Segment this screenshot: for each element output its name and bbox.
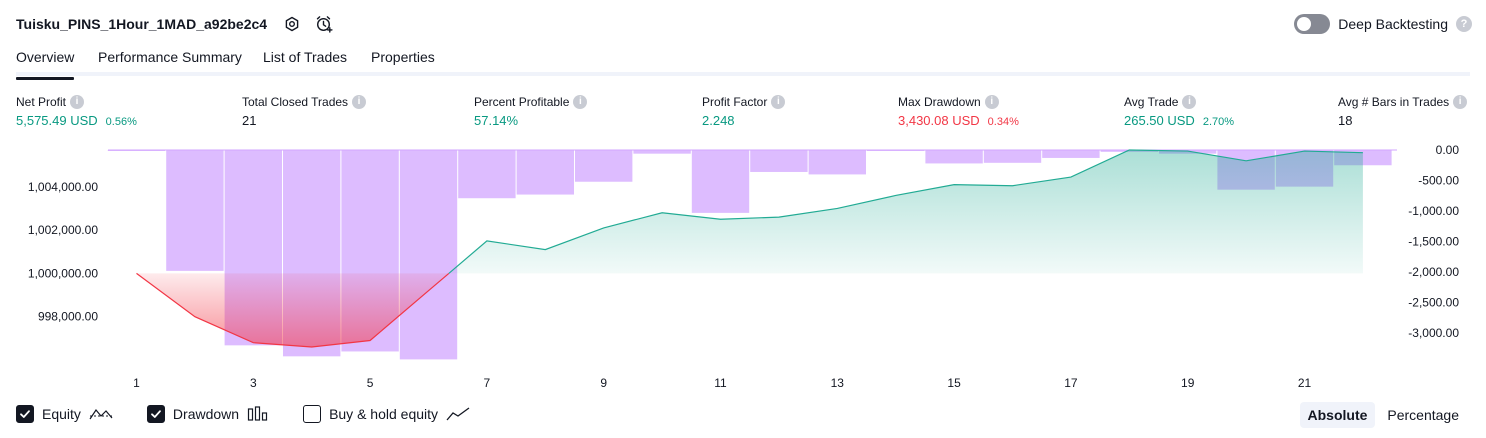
drawdown-axis-label: -1,500.00: [1408, 235, 1459, 249]
x-axis-label: 1: [133, 376, 140, 390]
stat-value: 3,430.08 USD: [898, 113, 980, 128]
drawdown-bar: [166, 150, 224, 271]
report-tabs: Overview Performance Summary List of Tra…: [16, 44, 1470, 80]
drawdown-checkbox[interactable]: [146, 405, 165, 423]
stat-label: Profit Factor: [702, 94, 768, 109]
drawdown-axis-label: 0.00: [1436, 143, 1460, 157]
stat-avg-bars-in-trades: Avg # Bars in Trades i 18: [1338, 94, 1468, 128]
stat-label: Percent Profitable: [474, 94, 570, 109]
add-alert-icon[interactable]: [315, 15, 333, 33]
drawdown-axis-label: -500.00: [1418, 174, 1459, 188]
stat-percent-profitable: Percent Profitable i 57.14%: [474, 94, 588, 128]
stat-sub-value: 0.34%: [987, 116, 1019, 128]
chart-legend: Equity Drawdown Buy & hold equity: [16, 404, 504, 424]
stat-value: 265.50 USD: [1124, 113, 1195, 128]
stat-value: 21: [242, 113, 257, 128]
drawdown-bar: [983, 150, 1042, 163]
equity-line-icon: [89, 406, 113, 422]
legend-label: Equity: [42, 406, 81, 422]
drawdown-bar: [808, 150, 866, 175]
deep-backtesting-label: Deep Backtesting: [1338, 16, 1448, 32]
settings-icon[interactable]: [283, 15, 301, 33]
tab-properties[interactable]: Properties: [371, 49, 435, 76]
stat-label: Avg Trade: [1124, 94, 1179, 109]
tab-list-of-trades[interactable]: List of Trades: [263, 49, 347, 76]
equity-axis-label: 1,002,000.00: [28, 223, 98, 237]
equity-checkbox[interactable]: [16, 405, 34, 423]
help-icon[interactable]: i: [1453, 94, 1468, 109]
x-axis-label: 13: [831, 376, 845, 390]
equity-drawdown-chart: 998,000.00 1,000,000.00 1,002,000.00 1,004,…: [28, 143, 1460, 390]
drawdown-bar: [750, 150, 808, 172]
help-icon[interactable]: i: [1182, 94, 1197, 109]
stat-value: 18: [1338, 113, 1353, 128]
value-mode-switch: Absolute Percentage: [1299, 402, 1468, 428]
x-axis-label: 5: [367, 376, 374, 390]
buy-hold-checkbox[interactable]: [303, 405, 322, 423]
x-axis-label: 3: [250, 376, 257, 390]
stat-value: 57.14%: [474, 113, 519, 128]
drawdown-axis-label: -2,000.00: [1408, 265, 1459, 279]
drawdown-bar: [633, 150, 691, 154]
equity-axis-label: 1,000,000.00: [28, 266, 98, 280]
x-axis-label: 7: [484, 376, 491, 390]
tab-performance-summary[interactable]: Performance Summary: [98, 49, 242, 76]
stat-sub-value: 0.56%: [105, 116, 137, 128]
stat-sub-value: 2.70%: [1202, 116, 1235, 128]
drawdown-axis-label: -1,000.00: [1408, 204, 1459, 218]
tab-overview[interactable]: Overview: [16, 49, 75, 80]
checkmark-icon: [151, 410, 161, 418]
checkmark-icon: [20, 410, 30, 418]
help-icon[interactable]: ?: [1456, 16, 1472, 32]
x-axis-label: 17: [1064, 376, 1078, 390]
strategy-name: Tuisku_PINS_1Hour_1MAD_a92be2c4: [16, 16, 268, 32]
legend-equity[interactable]: Equity: [16, 405, 113, 423]
deep-backtesting-toggle[interactable]: [1294, 14, 1331, 34]
x-axis-label: 11: [714, 376, 727, 390]
stat-profit-factor: Profit Factor i 2.248: [702, 94, 786, 128]
stat-net-profit: Net Profit i 5,575.49 USD 0.56%: [16, 94, 137, 128]
legend-drawdown[interactable]: Drawdown: [146, 405, 269, 423]
stat-value: 5,575.49 USD: [16, 113, 98, 128]
deep-backtesting: Deep Backtesting ?: [1294, 13, 1472, 35]
legend-label: Drawdown: [172, 406, 240, 422]
help-icon[interactable]: i: [352, 94, 367, 109]
legend-buy-hold-equity[interactable]: Buy & hold equity: [303, 405, 470, 423]
mode-absolute-button[interactable]: Absolute: [1299, 402, 1376, 428]
drawdown-bar: [575, 150, 633, 182]
drawdown-bar: [1042, 150, 1100, 158]
help-icon[interactable]: i: [984, 94, 999, 109]
drawdown-axis-label: -2,500.00: [1408, 296, 1459, 310]
drawdown-bar: [399, 150, 458, 360]
equity-axis-label: 1,004,000.00: [28, 180, 98, 194]
drawdown-bar: [107, 150, 166, 151]
equity-axis-label: 998,000.00: [38, 310, 98, 324]
drawdown-bar: [458, 150, 516, 199]
drawdown-bar: [691, 150, 750, 213]
drawdown-bars-icon: [247, 406, 269, 422]
stat-label: Max Drawdown: [898, 94, 981, 109]
help-icon[interactable]: i: [573, 94, 588, 109]
x-axis-label: 21: [1298, 376, 1312, 390]
help-icon[interactable]: i: [70, 94, 85, 109]
help-icon[interactable]: i: [771, 94, 786, 109]
stat-max-drawdown: Max Drawdown i 3,430.08 USD 0.34%: [898, 94, 1019, 128]
drawdown-bar: [516, 150, 574, 195]
drawdown-bar: [867, 150, 925, 151]
x-axis-label: 19: [1181, 376, 1195, 390]
stat-total-closed-trades: Total Closed Trades i 21: [242, 94, 367, 128]
stat-label: Total Closed Trades: [242, 94, 349, 109]
x-axis-label: 9: [600, 376, 607, 390]
legend-label: Buy & hold equity: [329, 406, 439, 422]
drawdown-axis-label: -3,000.00: [1408, 326, 1459, 340]
stat-value: 2.248: [702, 113, 735, 128]
drawdown-bar: [925, 150, 983, 164]
report-header: Tuisku_PINS_1Hour_1MAD_a92be2c4: [16, 13, 333, 35]
stat-avg-trade: Avg Trade i 265.50 USD 2.70%: [1124, 94, 1234, 128]
buy-hold-line-icon: [446, 406, 470, 422]
stat-label: Net Profit: [16, 94, 67, 109]
x-axis-label: 15: [947, 376, 961, 390]
stat-label: Avg # Bars in Trades: [1338, 94, 1450, 109]
mode-percentage-button[interactable]: Percentage: [1379, 402, 1467, 428]
